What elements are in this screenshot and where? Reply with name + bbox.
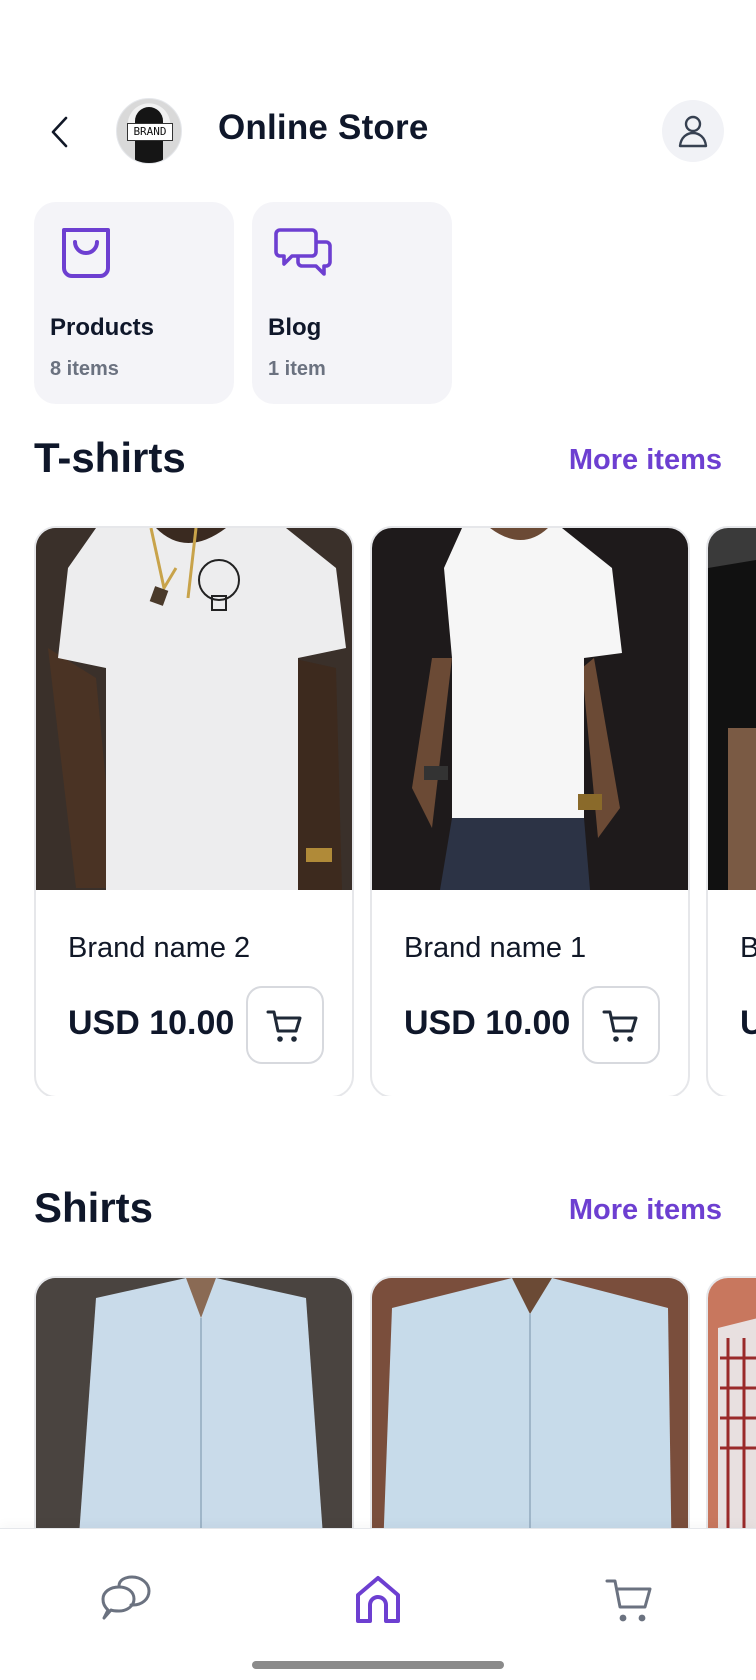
product-image [36,1278,352,1528]
tshirts-carousel[interactable]: Brand name 2 USD 10.00 Brand name 1 USD … [34,526,756,1096]
section-title: Shirts [34,1184,154,1231]
product-brand: Brand name 2 [68,932,251,964]
more-items-link[interactable]: More items [569,1194,722,1227]
products-tile[interactable]: Products 8 items [34,202,234,404]
more-items-link[interactable]: More items [569,444,722,477]
online-store-screen: BRAND Online Store Products 8 items Blog [0,0,756,1680]
shirts-carousel[interactable] [34,1276,756,1528]
nav-chat[interactable] [86,1559,166,1639]
nav-cart[interactable] [590,1559,670,1639]
products-tile-label: Products [50,314,155,341]
quick-links: Products 8 items Blog 1 item [34,202,734,404]
blog-tile-count: 1 item [268,358,326,380]
product-brand: B [740,932,756,965]
product-card[interactable]: Brand name 2 USD 10.00 [34,526,354,1096]
profile-button[interactable] [662,100,724,162]
product-image [372,528,688,890]
page-title: Online Store [218,108,429,147]
chevron-left-icon [51,116,68,148]
product-card[interactable] [34,1276,354,1528]
add-to-cart-button[interactable] [582,986,660,1064]
cart-icon [602,1010,638,1042]
shirts-section-header: Shirts More items [34,1184,722,1240]
chat-icon [101,1575,151,1620]
product-price: USD 10.00 [404,1004,571,1042]
cart-icon [605,1579,652,1622]
brand-logo-avatar: BRAND [116,98,182,164]
product-image [708,1278,756,1528]
home-icon [356,1576,400,1623]
bottom-navigation [0,1528,756,1680]
shopping-bag-icon [62,228,110,278]
app-header: BRAND Online Store [0,88,756,176]
blog-tile[interactable]: Blog 1 item [252,202,452,404]
product-image [372,1278,688,1528]
products-tile-count: 8 items [50,358,119,380]
nav-home[interactable] [338,1559,418,1639]
product-card[interactable] [706,1276,756,1528]
brand-logo-text: BRAND [127,123,173,141]
product-price: USD 10.00 [68,1004,235,1042]
add-to-cart-button[interactable] [246,986,324,1064]
blog-tile-label: Blog [268,314,322,341]
product-brand: Brand name 1 [404,932,587,964]
tshirts-section-header: T-shirts More items [34,434,722,490]
product-image [36,528,352,890]
user-icon [678,115,708,148]
product-card[interactable] [370,1276,690,1528]
product-price: U [740,1004,756,1043]
section-title: T-shirts [34,434,186,481]
home-indicator [252,1661,504,1669]
back-button[interactable] [42,110,78,154]
cart-icon [266,1010,302,1042]
chat-bubbles-icon [274,228,332,276]
product-card[interactable]: B U [706,526,756,1096]
product-image [708,528,756,890]
product-card[interactable]: Brand name 1 USD 10.00 [370,526,690,1096]
